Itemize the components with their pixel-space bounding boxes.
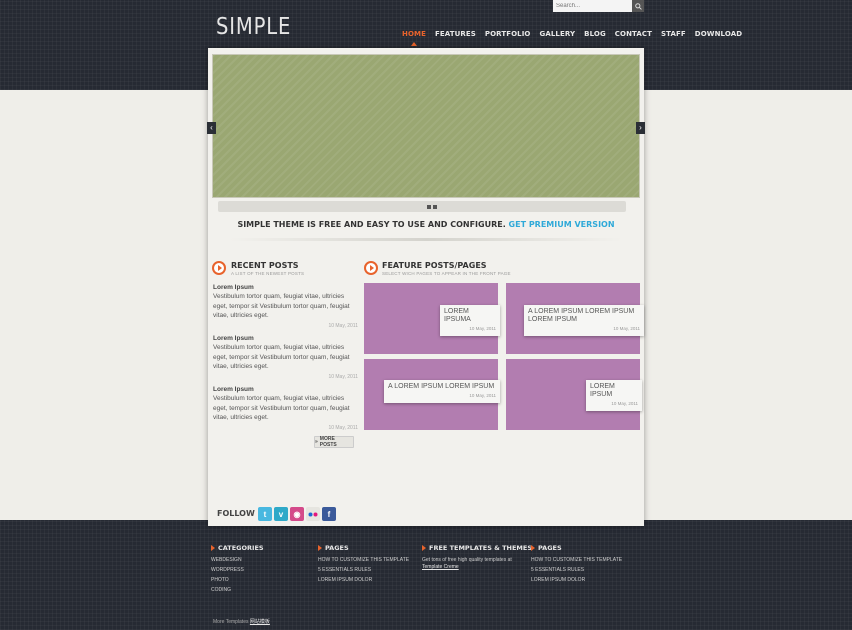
nav-staff[interactable]: STAFF: [661, 30, 686, 38]
vimeo-icon[interactable]: v: [274, 507, 288, 521]
post-date: 10 May, 2011: [328, 322, 358, 329]
feature-title: A LOREM IPSUM LOREM IPSUM: [388, 383, 495, 390]
twitter-icon[interactable]: t: [258, 507, 272, 521]
nav-gallery[interactable]: GALLERY: [539, 30, 575, 38]
post-date: 10 May, 2011: [328, 424, 358, 431]
footer-link[interactable]: CODING: [211, 587, 307, 594]
image-slider[interactable]: [212, 54, 640, 198]
slider-next-arrow[interactable]: ›: [636, 122, 645, 134]
nav-download[interactable]: DOWNLOAD: [695, 30, 742, 38]
slider-pager-bar: [218, 201, 626, 212]
feature-label: LOREM IPSUMA 10 May, 2011: [440, 305, 500, 336]
footer-text-body: Get tons of free high quality templates …: [422, 557, 512, 563]
feature-tile[interactable]: LOREM IPSUMA 10 May, 2011: [364, 283, 500, 354]
social-links: t v ◉ f: [258, 507, 336, 521]
footer-column-categories: CATEGORIES WEBDESIGN WORDPRESS PHOTO COD…: [211, 544, 307, 594]
nav-home[interactable]: HOME: [402, 30, 426, 46]
feature-date: 10 May, 2011: [469, 393, 496, 398]
footer-column-pages-2: PAGES HOW TO CUSTOMIZE THIS TEMPLATE 5 E…: [531, 544, 627, 584]
slider-pager: [427, 205, 437, 209]
nav-features[interactable]: FEATURES: [435, 30, 476, 38]
tagline-text: SIMPLE THEME IS FREE AND EASY TO USE AND…: [237, 220, 506, 229]
facebook-icon[interactable]: f: [322, 507, 336, 521]
post-excerpt: Vestibulum tortor quam, feugiat vitae, u…: [213, 344, 350, 370]
site-logo[interactable]: SIMPLE: [216, 14, 291, 40]
feature-tile[interactable]: A LOREM IPSUM LOREM IPSUM 10 May, 2011: [364, 359, 500, 430]
slider-dot[interactable]: [433, 205, 437, 209]
search-box: [553, 0, 644, 12]
post-title[interactable]: Lorem Ipsum: [213, 284, 358, 291]
post-item: Lorem Ipsum Vestibulum tortor quam, feug…: [213, 284, 358, 329]
more-posts-button[interactable]: » MORE POSTS: [314, 436, 354, 448]
footer-column-pages: PAGES HOW TO CUSTOMIZE THIS TEMPLATE 5 E…: [318, 544, 414, 584]
slider-prev-arrow[interactable]: ‹: [207, 122, 216, 134]
footer-heading: PAGES: [531, 544, 627, 552]
recent-posts-arrow-icon: [212, 261, 226, 275]
flickr-icon[interactable]: [306, 507, 320, 521]
divider: [230, 238, 622, 241]
post-title[interactable]: Lorem Ipsum: [213, 386, 358, 393]
nav-portfolio[interactable]: PORTFOLIO: [485, 30, 531, 38]
footer-column-free-templates: FREE TEMPLATES & THEMES Get tons of free…: [422, 544, 532, 571]
footer-link[interactable]: WEBDESIGN: [211, 557, 307, 564]
more-posts-label: MORE POSTS: [319, 436, 337, 448]
feature-tile[interactable]: LOREM IPSUM 10 May, 2011: [506, 359, 642, 430]
footer-heading: CATEGORIES: [211, 544, 307, 552]
tagline: SIMPLE THEME IS FREE AND EASY TO USE AND…: [212, 220, 640, 229]
footer-link[interactable]: LOREM IPSUM DOLOR: [318, 577, 414, 584]
chevron-right-icon: »: [315, 439, 318, 445]
feature-date: 10 May, 2011: [469, 326, 496, 331]
feature-title: A LOREM IPSUM LOREM IPSUM LOREM IPSUM: [528, 308, 635, 323]
post-excerpt: Vestibulum tortor quam, feugiat vitae, u…: [213, 293, 350, 319]
dribbble-icon[interactable]: ◉: [290, 507, 304, 521]
footer-text: Get tons of free high quality templates …: [422, 557, 518, 571]
footer-link[interactable]: 5 ESSENTIALS RULES: [531, 567, 627, 574]
footer-background: [0, 520, 852, 630]
search-icon: [634, 2, 642, 10]
premium-version-link[interactable]: GET PREMIUM VERSION: [509, 220, 615, 229]
footer-heading: PAGES: [318, 544, 414, 552]
footer-link[interactable]: HOW TO CUSTOMIZE THIS TEMPLATE: [531, 557, 627, 564]
footer-heading: FREE TEMPLATES & THEMES: [422, 544, 532, 552]
footer-link[interactable]: LOREM IPSUM DOLOR: [531, 577, 627, 584]
feature-label: A LOREM IPSUM LOREM IPSUM 10 May, 2011: [384, 380, 500, 403]
feature-label: A LOREM IPSUM LOREM IPSUM LOREM IPSUM 10…: [524, 305, 644, 336]
slider-dot[interactable]: [427, 205, 431, 209]
template-creme-link[interactable]: Template Creme: [422, 564, 459, 570]
footer-link[interactable]: HOW TO CUSTOMIZE THIS TEMPLATE: [318, 557, 414, 564]
footer-credit: More Templates 网站模板: [213, 618, 270, 625]
recent-posts-title: RECENT POSTS: [231, 261, 299, 270]
feature-date: 10 May, 2011: [613, 326, 640, 331]
footer-link[interactable]: PHOTO: [211, 577, 307, 584]
credit-link[interactable]: 网站模板: [250, 619, 270, 625]
post-item: Lorem Ipsum Vestibulum tortor quam, feug…: [213, 335, 358, 380]
search-input[interactable]: [553, 0, 632, 12]
post-title[interactable]: Lorem Ipsum: [213, 335, 358, 342]
recent-posts-subtitle: A LIST OF THE NEWEST POSTS: [231, 271, 305, 276]
feature-label: LOREM IPSUM 10 May, 2011: [586, 380, 642, 411]
nav-contact[interactable]: CONTACT: [615, 30, 652, 38]
nav-blog[interactable]: BLOG: [584, 30, 606, 38]
feature-posts-title: FEATURE POSTS/PAGES: [382, 261, 487, 270]
post-date: 10 May, 2011: [328, 373, 358, 380]
feature-tile[interactable]: A LOREM IPSUM LOREM IPSUM LOREM IPSUM 10…: [506, 283, 644, 354]
feature-title: LOREM IPSUM: [590, 383, 615, 398]
footer-link[interactable]: 5 ESSENTIALS RULES: [318, 567, 414, 574]
feature-date: 10 May, 2011: [611, 401, 638, 406]
post-item: Lorem Ipsum Vestibulum tortor quam, feug…: [213, 386, 358, 431]
credit-text: More Templates: [213, 619, 249, 625]
feature-title: LOREM IPSUMA: [444, 308, 471, 323]
search-button[interactable]: [632, 0, 644, 12]
main-nav: HOME FEATURES PORTFOLIO GALLERY BLOG CON…: [402, 30, 751, 46]
post-excerpt: Vestibulum tortor quam, feugiat vitae, u…: [213, 395, 350, 421]
footer-link[interactable]: WORDPRESS: [211, 567, 307, 574]
feature-posts-arrow-icon: [364, 261, 378, 275]
feature-posts-subtitle: SELECT WICH PAGES TO APPEAR IN THE FRONT…: [382, 271, 511, 276]
